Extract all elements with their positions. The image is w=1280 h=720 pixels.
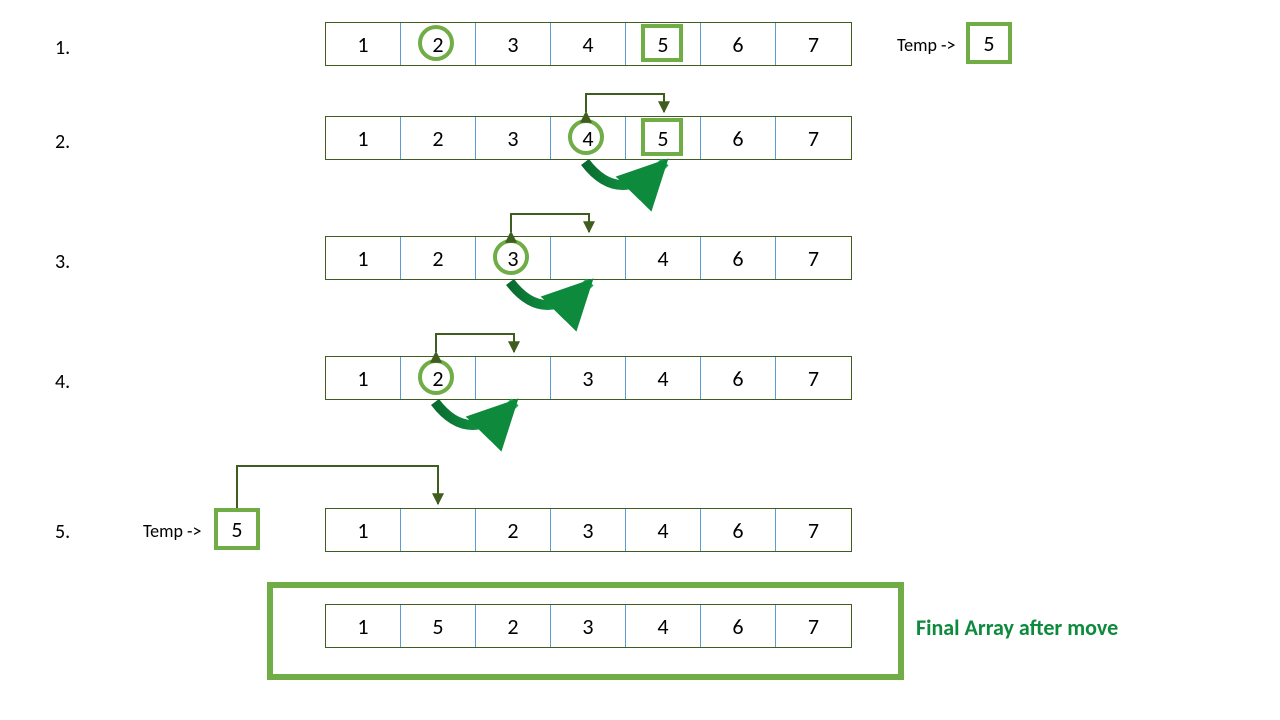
step-4-circle-icon — [418, 359, 454, 395]
cell: 1 — [326, 237, 401, 279]
step-3-circle-icon — [493, 239, 529, 275]
cell: 2 — [476, 509, 551, 551]
final-array: 1 5 2 3 4 6 7 — [325, 604, 852, 648]
step-4-label: 4. — [55, 370, 70, 394]
step-5-temp-label: Temp -> — [143, 520, 202, 542]
step-2-top-connector-icon — [560, 84, 690, 118]
cell: 3 — [551, 357, 626, 399]
cell — [476, 357, 551, 399]
cell: 3 — [476, 117, 551, 159]
cell: 4 — [626, 509, 701, 551]
step-1-circle-icon — [418, 25, 454, 61]
cell — [551, 237, 626, 279]
cell: 5 — [401, 605, 476, 647]
cell: 6 — [701, 23, 776, 65]
cell: 7 — [776, 117, 851, 159]
cell: 6 — [701, 605, 776, 647]
cell: 1 — [326, 23, 401, 65]
cell: 6 — [701, 237, 776, 279]
cell: 6 — [701, 357, 776, 399]
step-5-label: 5. — [55, 520, 70, 544]
cell: 4 — [626, 357, 701, 399]
step-5-temp-value: 5 — [214, 508, 260, 550]
cell — [401, 509, 476, 551]
cell: 4 — [551, 23, 626, 65]
cell: 1 — [326, 509, 401, 551]
step-2-square-icon — [641, 118, 683, 156]
cell: 1 — [326, 357, 401, 399]
cell: 7 — [776, 357, 851, 399]
cell: 3 — [551, 509, 626, 551]
cell: 7 — [776, 237, 851, 279]
cell: 2 — [401, 117, 476, 159]
step-5-array: 1 2 3 4 6 7 — [325, 508, 852, 552]
cell: 7 — [776, 23, 851, 65]
step-1-array: 1 2 3 4 5 6 7 — [325, 22, 852, 66]
cell: 3 — [476, 23, 551, 65]
cell: 4 — [626, 605, 701, 647]
step-2-circle-icon — [568, 119, 604, 155]
cell: 4 — [626, 237, 701, 279]
step-4-array: 1 2 3 4 6 7 — [325, 356, 852, 400]
step-3-bottom-arrow-icon — [485, 278, 625, 328]
step-3-top-connector-icon — [485, 204, 615, 238]
step-5-temp-connector-icon — [230, 456, 460, 512]
cell: 2 — [476, 605, 551, 647]
cell: 6 — [701, 509, 776, 551]
cell: 7 — [776, 509, 851, 551]
cell: 3 — [551, 605, 626, 647]
step-3-label: 3. — [55, 250, 70, 274]
step-1-temp-value: 5 — [966, 22, 1012, 64]
step-4-bottom-arrow-icon — [410, 398, 550, 448]
cell: 7 — [776, 605, 851, 647]
step-1-square-icon — [641, 24, 683, 62]
step-2-bottom-arrow-icon — [560, 158, 700, 208]
cell: 1 — [326, 605, 401, 647]
step-2-label: 2. — [55, 130, 70, 154]
cell: 6 — [701, 117, 776, 159]
step-4-top-connector-icon — [410, 324, 540, 358]
cell: 1 — [326, 117, 401, 159]
cell: 2 — [401, 237, 476, 279]
step-3-array: 1 2 3 4 6 7 — [325, 236, 852, 280]
final-label: Final Array after move — [916, 614, 1118, 641]
step-1-label: 1. — [55, 36, 70, 60]
step-1-temp-label: Temp -> — [897, 34, 956, 56]
